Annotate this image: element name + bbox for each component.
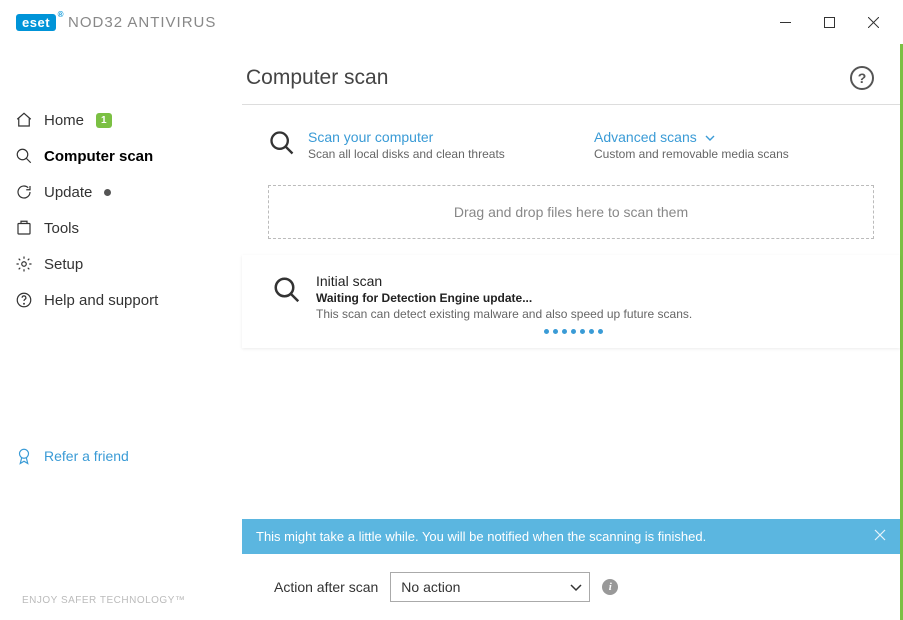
help-icon bbox=[14, 290, 34, 310]
sidebar-item-computer-scan[interactable]: Computer scan bbox=[0, 138, 242, 174]
sidebar-item-update[interactable]: Update bbox=[0, 174, 242, 210]
option-title: Advanced scans bbox=[594, 129, 789, 145]
refer-a-friend-link[interactable]: Refer a friend bbox=[0, 436, 143, 476]
chevron-down-icon bbox=[705, 129, 715, 145]
page-header: Computer scan ? bbox=[242, 44, 900, 105]
toast-message: This might take a little while. You will… bbox=[256, 529, 706, 544]
sidebar-item-help[interactable]: Help and support bbox=[0, 282, 242, 318]
sidebar-item-label: Tools bbox=[44, 220, 79, 237]
main-content: Computer scan ? Scan your computer Scan … bbox=[242, 44, 903, 620]
notification-badge: 1 bbox=[96, 113, 112, 128]
product-name: NOD32 ANTIVIRUS bbox=[68, 14, 216, 31]
sidebar-item-label: Help and support bbox=[44, 292, 158, 309]
scan-title: Initial scan bbox=[316, 273, 870, 289]
scan-status: Waiting for Detection Engine update... bbox=[316, 291, 870, 305]
info-toast: This might take a little while. You will… bbox=[242, 519, 900, 554]
progress-indicator bbox=[316, 329, 870, 334]
home-icon bbox=[14, 110, 34, 130]
option-subtitle: Scan all local disks and clean threats bbox=[308, 147, 505, 161]
window-controls bbox=[763, 6, 895, 38]
action-after-scan-select[interactable]: No action bbox=[390, 572, 590, 602]
action-after-scan-row: Action after scan No action i bbox=[242, 554, 900, 620]
scan-your-computer-option[interactable]: Scan your computer Scan all local disks … bbox=[268, 129, 578, 161]
option-title: Scan your computer bbox=[308, 129, 505, 145]
update-icon bbox=[14, 182, 34, 202]
tools-icon bbox=[14, 218, 34, 238]
tagline: ENJOY SAFER TECHNOLOGY™ bbox=[22, 595, 185, 606]
sidebar-item-label: Computer scan bbox=[44, 148, 153, 165]
sidebar-item-setup[interactable]: Setup bbox=[0, 246, 242, 282]
advanced-scans-option[interactable]: Advanced scans Custom and removable medi… bbox=[594, 129, 874, 161]
update-indicator-dot bbox=[104, 189, 111, 196]
sidebar-item-home[interactable]: Home 1 bbox=[0, 102, 242, 138]
titlebar: eset NOD32 ANTIVIRUS bbox=[0, 0, 903, 44]
action-label: Action after scan bbox=[274, 579, 378, 595]
initial-scan-card: Initial scan Waiting for Detection Engin… bbox=[242, 255, 900, 348]
info-icon[interactable]: i bbox=[602, 579, 618, 595]
sidebar-item-label: Home bbox=[44, 112, 84, 129]
scan-options-row: Scan your computer Scan all local disks … bbox=[242, 105, 900, 185]
context-help-button[interactable]: ? bbox=[850, 66, 874, 90]
sidebar: Home 1 Computer scan Update Tools Setup … bbox=[0, 44, 242, 620]
brand-logo: eset bbox=[16, 14, 56, 31]
page-title: Computer scan bbox=[246, 66, 388, 90]
drag-drop-zone[interactable]: Drag and drop files here to scan them bbox=[268, 185, 874, 239]
search-icon bbox=[268, 129, 296, 157]
sidebar-item-label: Update bbox=[44, 184, 92, 201]
search-icon bbox=[272, 275, 302, 305]
scan-description: This scan can detect existing malware an… bbox=[316, 307, 870, 321]
maximize-button[interactable] bbox=[807, 6, 851, 38]
refer-label: Refer a friend bbox=[44, 448, 129, 464]
option-subtitle: Custom and removable media scans bbox=[594, 147, 789, 161]
gear-icon bbox=[14, 254, 34, 274]
toast-close-button[interactable] bbox=[874, 529, 886, 544]
close-button[interactable] bbox=[851, 6, 895, 38]
sidebar-item-label: Setup bbox=[44, 256, 83, 273]
minimize-button[interactable] bbox=[763, 6, 807, 38]
sidebar-item-tools[interactable]: Tools bbox=[0, 210, 242, 246]
search-icon bbox=[14, 146, 34, 166]
award-icon bbox=[14, 446, 34, 466]
select-value: No action bbox=[390, 572, 590, 602]
